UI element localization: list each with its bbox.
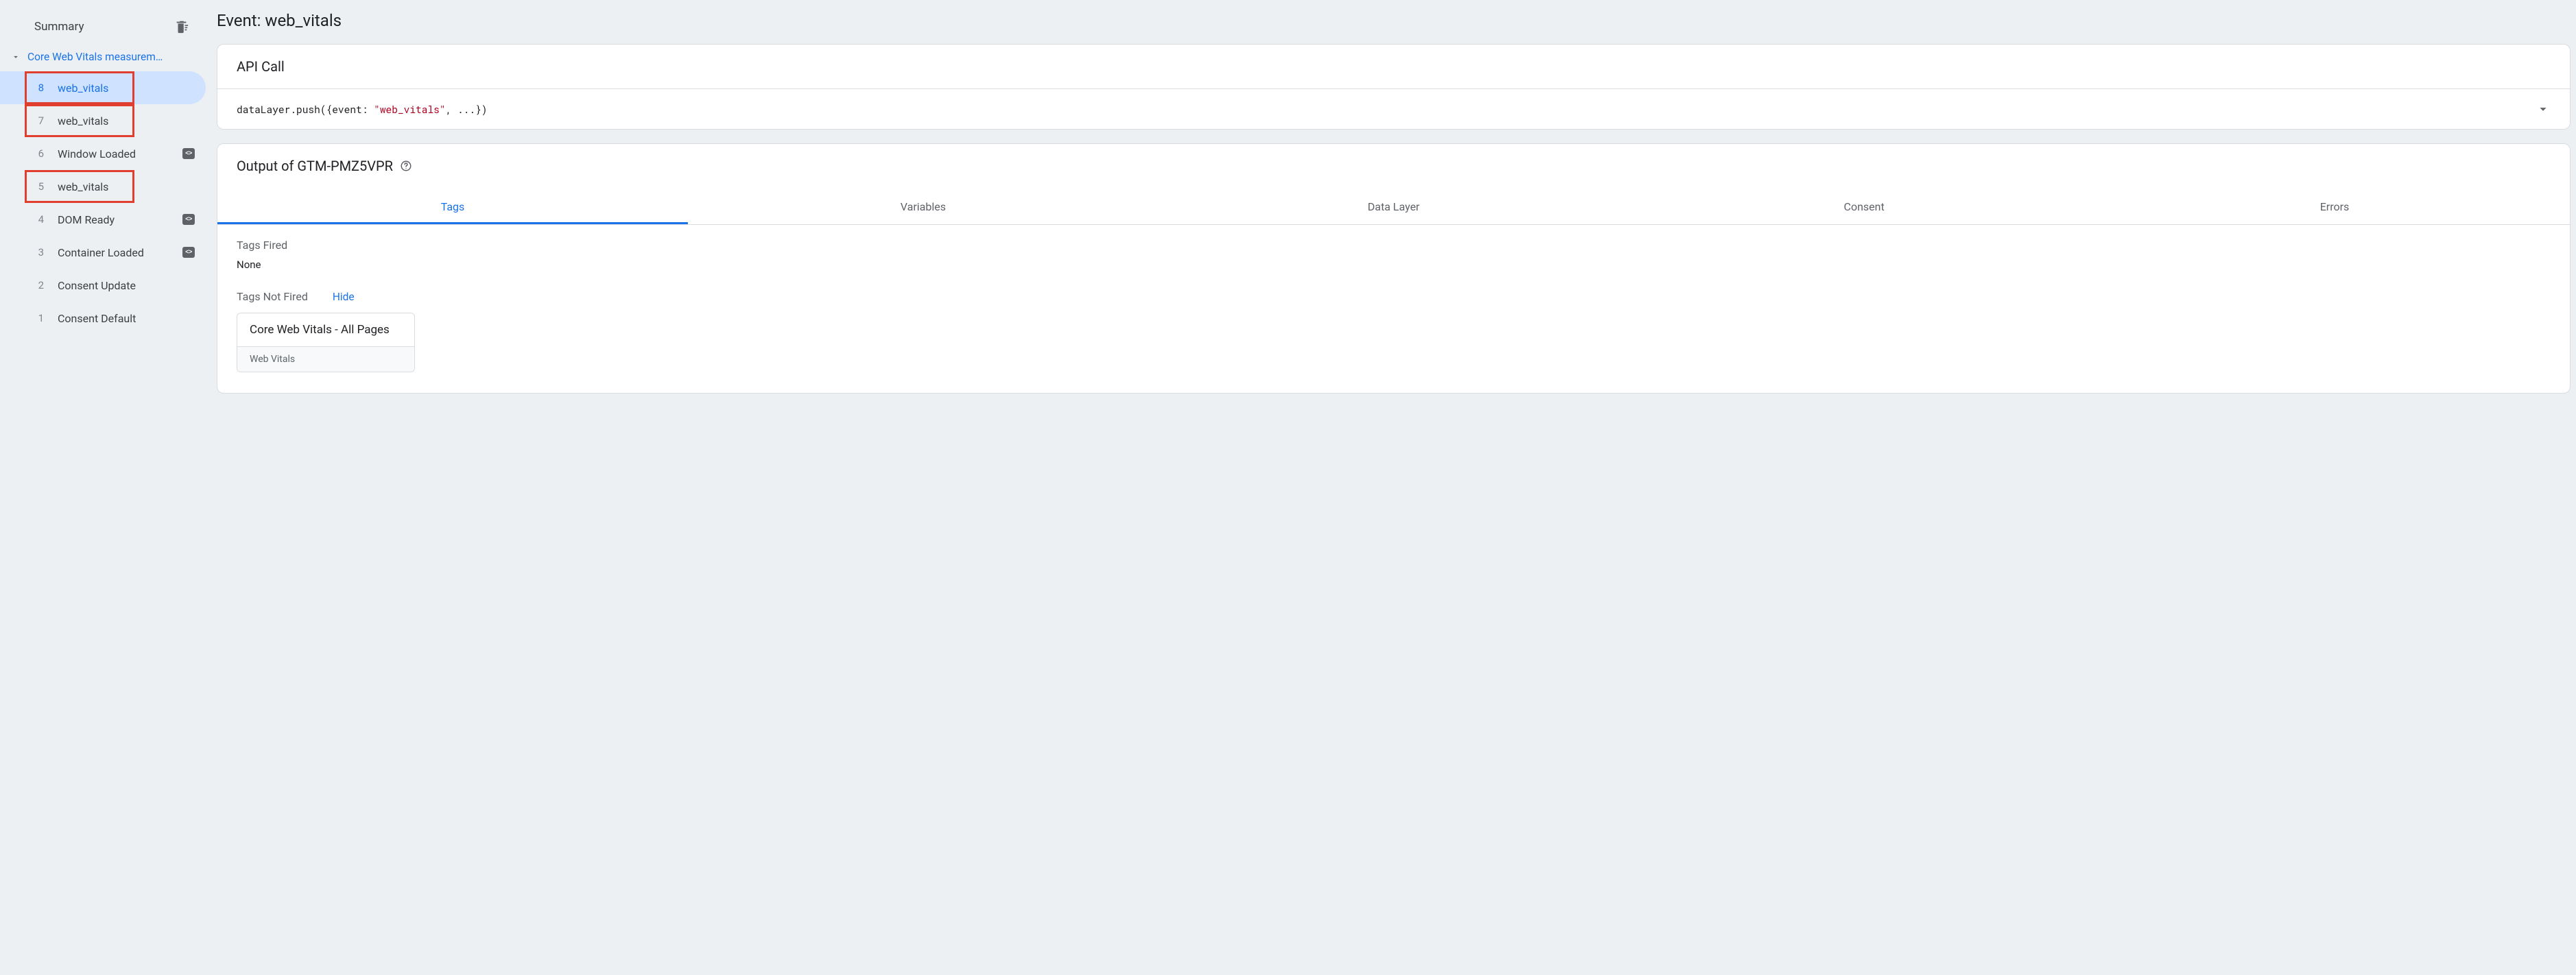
event-item[interactable]: 2 Consent Update — [0, 269, 206, 302]
api-call-code-prefix: dataLayer.push({event: — [237, 103, 374, 116]
tags-fired-none: None — [237, 258, 2551, 271]
tab-consent[interactable]: Consent — [1629, 189, 2099, 224]
event-item[interactable]: 8 web_vitals — [0, 71, 206, 104]
page-title: Event: web_vitals — [217, 11, 2571, 30]
event-label: Window Loaded — [58, 147, 169, 160]
event-label: web_vitals — [58, 180, 195, 193]
event-item[interactable]: 7 web_vitals — [0, 104, 206, 137]
event-number: 3 — [34, 246, 44, 258]
tag-card-title: Core Web Vitals - All Pages — [237, 313, 414, 346]
summary-row[interactable]: Summary — [0, 12, 206, 41]
event-number: 6 — [34, 147, 44, 160]
event-label: Consent Default — [58, 312, 195, 325]
output-card: Output of GTM-PMZ5VPR TagsVariablesData … — [217, 143, 2571, 394]
event-label: Container Loaded — [58, 246, 169, 259]
api-call-code-string: "web_vitals" — [374, 103, 445, 116]
api-call-code: dataLayer.push({event: "web_vitals", ...… — [237, 103, 487, 116]
summary-label: Summary — [34, 20, 84, 34]
tags-tab-body: Tags Fired None Tags Not Fired Hide Core… — [217, 225, 2570, 393]
event-number: 1 — [34, 312, 44, 324]
summary-group[interactable]: Core Web Vitals measurem… — [0, 47, 206, 67]
tags-fired-label: Tags Fired — [237, 239, 2551, 252]
tab-errors[interactable]: Errors — [2099, 189, 2570, 224]
events-list: 8 web_vitals 7 web_vitals 6 Window Loaded <> 5 w… — [0, 71, 206, 335]
output-header: Output of GTM-PMZ5VPR — [217, 144, 2570, 188]
event-item[interactable]: 5 web_vitals — [0, 170, 206, 203]
event-label: web_vitals — [58, 82, 195, 95]
event-item[interactable]: 4 DOM Ready <> — [0, 203, 206, 236]
event-number: 5 — [34, 180, 44, 193]
event-item[interactable]: 3 Container Loaded <> — [0, 236, 206, 269]
chevron-down-icon — [11, 52, 21, 62]
output-tabs: TagsVariablesData LayerConsentErrors — [217, 189, 2570, 225]
event-number: 2 — [34, 279, 44, 291]
help-icon[interactable] — [400, 160, 412, 172]
output-header-prefix: Output of — [237, 158, 297, 174]
tab-tags[interactable]: Tags — [217, 189, 688, 224]
event-item[interactable]: 6 Window Loaded <> — [0, 137, 206, 170]
tag-card-subtitle: Web Vitals — [237, 346, 414, 372]
event-label: Consent Update — [58, 279, 195, 292]
api-call-body[interactable]: dataLayer.push({event: "web_vitals", ...… — [217, 89, 2570, 129]
tags-not-fired-list: Core Web Vitals - All PagesWeb Vitals — [237, 313, 2551, 375]
expand-icon[interactable] — [2536, 101, 2551, 117]
main: Event: web_vitals API Call dataLayer.pus… — [206, 0, 2576, 416]
api-call-header: API Call — [217, 45, 2570, 88]
clear-summary-icon[interactable] — [174, 19, 189, 34]
code-badge-icon: <> — [182, 148, 195, 159]
summary-group-label: Core Web Vitals measurem… — [27, 51, 163, 63]
event-item[interactable]: 1 Consent Default — [0, 302, 206, 335]
tag-card[interactable]: Core Web Vitals - All PagesWeb Vitals — [237, 313, 415, 372]
output-container-id: GTM-PMZ5VPR — [297, 158, 393, 174]
tags-not-fired-label: Tags Not Fired — [237, 290, 308, 303]
tab-data-layer[interactable]: Data Layer — [1158, 189, 1629, 224]
event-number: 4 — [34, 213, 44, 226]
tab-variables[interactable]: Variables — [688, 189, 1158, 224]
event-label: DOM Ready — [58, 213, 169, 226]
sidebar: Summary Core Web Vitals measurem… 8 web_v… — [0, 0, 206, 351]
event-number: 7 — [34, 115, 44, 127]
hide-not-fired-link[interactable]: Hide — [333, 291, 355, 303]
event-label: web_vitals — [58, 115, 195, 128]
code-badge-icon: <> — [182, 214, 195, 225]
code-badge-icon: <> — [182, 247, 195, 258]
api-call-card: API Call dataLayer.push({event: "web_vit… — [217, 44, 2571, 130]
event-number: 8 — [34, 82, 44, 94]
api-call-code-suffix: , ...}) — [446, 103, 488, 116]
